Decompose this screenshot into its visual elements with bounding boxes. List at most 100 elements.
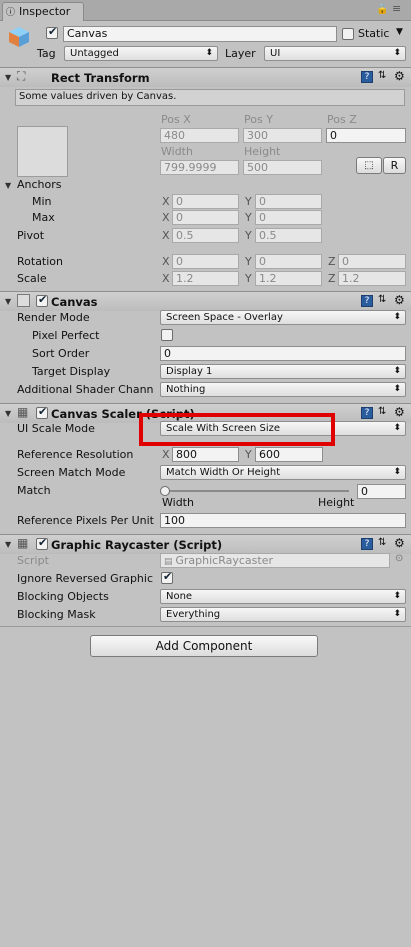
axis-y-label: Y (245, 448, 252, 461)
foldout-arrow-icon[interactable]: ▼ (5, 297, 11, 306)
object-picker-icon[interactable]: ⊙ (395, 553, 403, 564)
gear-icon[interactable]: ⚙ (394, 536, 405, 550)
dropdown-arrow-icon: ⬍ (393, 423, 401, 433)
add-component-label: Add Component (155, 639, 253, 653)
layer-dropdown[interactable]: UI ⬍ (264, 46, 406, 61)
pivot-x-field: 0.5 (172, 228, 239, 243)
match-value-field[interactable]: 0 (357, 484, 406, 499)
foldout-arrow-icon[interactable]: ▼ (5, 409, 11, 418)
raycaster-enabled-checkbox[interactable] (36, 536, 48, 550)
tag-value: Untagged (70, 48, 119, 59)
raw-edit-button[interactable]: R (383, 157, 406, 174)
gear-icon[interactable]: ⚙ (394, 293, 405, 307)
divider (0, 626, 411, 627)
script-field: ▤ GraphicRaycaster (160, 553, 390, 568)
canvas-scaler-enabled-checkbox[interactable] (36, 405, 48, 419)
pixel-perfect-label: Pixel Perfect (32, 329, 100, 342)
tab-inspector[interactable]: ⓘ Inspector (2, 2, 84, 21)
preset-icon[interactable]: ⇅ (378, 294, 386, 305)
help-icon[interactable]: ? (361, 407, 373, 419)
dropdown-arrow-icon: ⬍ (393, 609, 401, 619)
help-icon[interactable]: ? (361, 538, 373, 550)
dropdown-arrow-icon: ⬍ (393, 366, 401, 376)
blueprint-mode-button[interactable]: ⬚ (356, 157, 382, 174)
shader-channels-dropdown[interactable]: Nothing ⬍ (160, 382, 406, 397)
menu-icon[interactable]: ≡ (392, 2, 401, 15)
pivot-y-field: 0.5 (255, 228, 322, 243)
ui-scale-mode-label: UI Scale Mode (17, 422, 95, 435)
preset-icon[interactable]: ⇅ (378, 70, 386, 81)
dropdown-arrow-icon: ⬍ (393, 312, 401, 322)
axis-x-label: X (162, 255, 170, 268)
target-display-value: Display 1 (166, 366, 213, 377)
sort-order-field[interactable]: 0 (160, 346, 406, 361)
blocking-mask-dropdown[interactable]: Everything ⬍ (160, 607, 406, 622)
tag-dropdown[interactable]: Untagged ⬍ (64, 46, 218, 61)
rotation-label: Rotation (17, 255, 64, 268)
pos-x-label: Pos X (161, 113, 191, 126)
ignore-reversed-graphics-checkbox[interactable] (161, 570, 173, 584)
screen-match-mode-dropdown[interactable]: Match Width Or Height ⬍ (160, 465, 406, 480)
pos-z-field[interactable]: 0 (326, 128, 406, 143)
layer-value: UI (270, 48, 281, 59)
graphic-raycaster-header[interactable]: ▼ ▦ Graphic Raycaster (Script) ? ⇅ ⚙ (0, 534, 411, 554)
foldout-arrow-icon[interactable]: ▼ (5, 73, 11, 82)
blocking-mask-label: Blocking Mask (17, 608, 96, 621)
help-icon[interactable]: ? (361, 71, 373, 83)
anchors-foldout-icon[interactable]: ▼ (5, 181, 11, 190)
match-width-label: Width (162, 496, 194, 509)
axis-x-label: X (162, 229, 170, 242)
static-dropdown-arrow-icon[interactable]: ▼ (396, 27, 403, 37)
axis-x-label: X (162, 195, 170, 208)
add-component-button[interactable]: Add Component (90, 635, 318, 657)
canvas-enabled-checkbox[interactable] (36, 293, 48, 307)
anchor-presets-button[interactable] (17, 126, 68, 177)
anchor-max-label: Max (32, 211, 55, 224)
scale-z-field: 1.2 (338, 271, 406, 286)
reference-ppu-field[interactable]: 100 (160, 513, 406, 528)
screen-match-mode-label: Screen Match Mode (17, 466, 126, 479)
blocking-objects-dropdown[interactable]: None ⬍ (160, 589, 406, 604)
ignore-reversed-graphics-label: Ignore Reversed Graphic (17, 572, 154, 585)
object-name-field[interactable]: Canvas (63, 26, 337, 42)
rotation-y-field: 0 (255, 254, 322, 269)
render-mode-dropdown[interactable]: Screen Space - Overlay ⬍ (160, 310, 406, 325)
script-component-icon: ▦ (17, 405, 29, 419)
reference-resolution-label: Reference Resolution (17, 448, 134, 461)
match-height-label: Height (318, 496, 355, 509)
width-label: Width (161, 145, 193, 158)
blocking-objects-value: None (166, 591, 193, 602)
script-component-icon: ▦ (17, 536, 29, 550)
match-slider-thumb[interactable] (160, 486, 170, 496)
rect-transform-icon: ⛶ (17, 69, 26, 83)
preset-icon[interactable]: ⇅ (378, 537, 386, 548)
blocking-mask-value: Everything (166, 609, 221, 620)
gear-icon[interactable]: ⚙ (394, 69, 405, 83)
pos-y-label: Pos Y (244, 113, 273, 126)
static-checkbox[interactable] (342, 28, 354, 40)
lock-icon[interactable]: 🔒 (376, 4, 388, 15)
help-icon[interactable]: ? (361, 295, 373, 307)
foldout-arrow-icon[interactable]: ▼ (5, 540, 11, 549)
axis-x-label: X (162, 272, 170, 285)
render-mode-label: Render Mode (17, 311, 90, 324)
preset-icon[interactable]: ⇅ (378, 406, 386, 417)
active-checkbox[interactable] (46, 25, 58, 39)
anchors-label: Anchors (17, 178, 62, 191)
script-label: Script (17, 554, 49, 567)
inspector-icon: ⓘ (6, 8, 16, 18)
rect-transform-header[interactable]: ▼ ⛶ Rect Transform ? ⇅ ⚙ (0, 67, 411, 87)
target-display-dropdown[interactable]: Display 1 ⬍ (160, 364, 406, 379)
rect-transform-title: Rect Transform (51, 71, 150, 85)
pos-z-label: Pos Z (327, 113, 357, 126)
rotation-x-field: 0 (172, 254, 239, 269)
gear-icon[interactable]: ⚙ (394, 405, 405, 419)
reference-resolution-y-field[interactable]: 600 (255, 447, 323, 462)
anchor-max-x-field: 0 (172, 210, 239, 225)
raw-edit-label: R (390, 159, 399, 172)
reference-ppu-label: Reference Pixels Per Unit (17, 514, 154, 527)
canvas-header[interactable]: ▼ Canvas ? ⇅ ⚙ (0, 291, 411, 311)
reference-resolution-x-field[interactable]: 800 (172, 447, 239, 462)
pixel-perfect-checkbox[interactable] (161, 329, 173, 341)
blocking-objects-label: Blocking Objects (17, 590, 109, 603)
